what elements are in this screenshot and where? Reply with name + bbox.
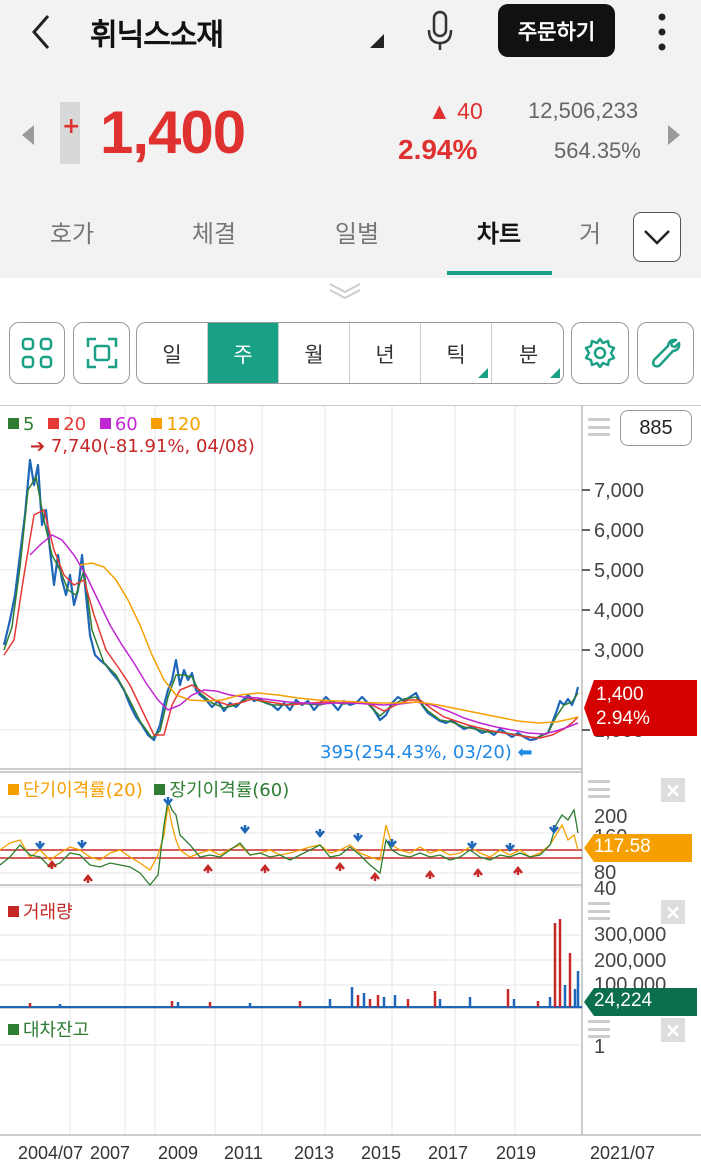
price-chart <box>2 458 580 742</box>
mic-icon[interactable] <box>424 10 456 52</box>
current-price: 1,400 <box>100 99 246 166</box>
ma5-line <box>3 474 579 740</box>
x-tick-2013: 2013 <box>294 1143 335 1163</box>
tick-submenu-icon <box>478 368 488 378</box>
short-disparity-swatch <box>8 784 19 795</box>
loan-label: 대차잔고 <box>23 1020 90 1041</box>
volume-close-icon[interactable]: × <box>661 900 685 924</box>
left-arrow-icon: ⬅ <box>511 742 533 763</box>
volume-bars <box>28 919 580 1007</box>
volume-ratio: 564.35% <box>554 138 641 163</box>
disparity-close-icon[interactable]: × <box>661 778 685 802</box>
current-price-tag-value: 1,400 <box>596 684 644 705</box>
loan-legend: 대차잔고 <box>8 1016 89 1042</box>
chart-settings-button[interactable] <box>571 322 629 384</box>
back-icon[interactable] <box>26 12 56 52</box>
wrench-icon <box>651 338 680 368</box>
next-stock-icon[interactable] <box>666 124 682 146</box>
chart-tools-button[interactable] <box>637 322 694 384</box>
count-box[interactable]: 885 <box>620 410 692 446</box>
collapse-handle-icon[interactable] <box>328 282 362 300</box>
disparity-chart <box>0 797 582 887</box>
tab-more[interactable]: 거 <box>560 214 620 249</box>
x-tick-2021-07: 2021/07 <box>590 1143 656 1163</box>
min-annotation: 395(254.43%, 03/20) ⬅ <box>320 742 533 763</box>
tab-daily[interactable]: 일별 <box>297 214 417 249</box>
price-panel-menu-icon[interactable] <box>588 418 610 436</box>
loan-tick-1: 1 <box>594 1036 606 1058</box>
y-tick-3000: 3,000 <box>594 640 645 662</box>
vol-tick-300000: 300,000 <box>594 924 667 946</box>
stock-name[interactable]: 휘닉스소재 <box>90 10 224 54</box>
period-month[interactable]: 월 <box>279 323 350 383</box>
long-disparity-line <box>0 797 579 887</box>
x-tick-2015: 2015 <box>361 1143 402 1163</box>
long-disparity-swatch <box>154 784 166 795</box>
x-tick-2007: 2007 <box>90 1143 131 1163</box>
trading-volume: 12,506,233 <box>528 98 639 123</box>
volume-panel-menu-icon[interactable] <box>588 902 610 920</box>
period-day[interactable]: 일 <box>137 323 208 383</box>
order-button[interactable]: 주문하기 <box>498 4 615 57</box>
prev-stock-icon[interactable] <box>20 124 36 146</box>
tabs-expand-button[interactable] <box>633 212 681 262</box>
loan-close-icon[interactable]: × <box>661 1018 685 1042</box>
x-tick-2017: 2017 <box>428 1143 469 1163</box>
y-tick-4000: 4,000 <box>594 600 645 622</box>
tab-trades[interactable]: 체결 <box>154 214 274 249</box>
price-sign: + <box>62 114 81 139</box>
fullscreen-button[interactable] <box>73 322 130 384</box>
x-tick-2009: 2009 <box>158 1143 199 1163</box>
minute-submenu-icon <box>550 368 560 378</box>
disparity-signal-arrows <box>35 797 559 883</box>
gear-icon <box>584 337 616 369</box>
current-price-tag-pct: 2.94% <box>596 708 650 729</box>
period-year[interactable]: 년 <box>350 323 421 383</box>
short-disparity-line <box>0 804 579 871</box>
tab-orderbook[interactable]: 호가 <box>12 214 132 249</box>
loan-swatch <box>8 1024 19 1035</box>
y-tick-6000: 6,000 <box>594 520 645 542</box>
volume-value: 24,224 <box>594 990 653 1011</box>
disp-tick-40: 40 <box>594 878 617 900</box>
vol-tick-200000: 200,000 <box>594 950 667 972</box>
period-week[interactable]: 주 <box>208 323 279 383</box>
chevron-down-icon <box>644 230 670 245</box>
more-menu-icon[interactable] <box>654 12 670 52</box>
tab-chart[interactable]: 차트 <box>439 214 559 249</box>
disparity-value: 117.58 <box>594 836 651 857</box>
price-change: ▲ 40 <box>428 98 483 124</box>
x-tick-2004-07: 2004/07 <box>18 1143 84 1163</box>
fullscreen-icon <box>86 337 117 369</box>
layout-grid-button[interactable] <box>9 322 65 384</box>
price-change-pct: 2.94% <box>398 134 478 165</box>
x-tick-2019: 2019 <box>496 1143 537 1163</box>
volume-chart <box>0 919 582 1008</box>
tab-active-indicator <box>447 271 552 275</box>
stock-dropdown-icon[interactable] <box>368 32 386 50</box>
y-tick-5000: 5,000 <box>594 560 645 582</box>
y-tick-7000: 7,000 <box>594 480 645 502</box>
period-selector: 일 주 월 년 틱 분 <box>136 322 564 384</box>
disparity-panel-menu-icon[interactable] <box>588 780 610 798</box>
x-tick-2011: 2011 <box>224 1143 263 1163</box>
grid-icon <box>21 337 53 369</box>
